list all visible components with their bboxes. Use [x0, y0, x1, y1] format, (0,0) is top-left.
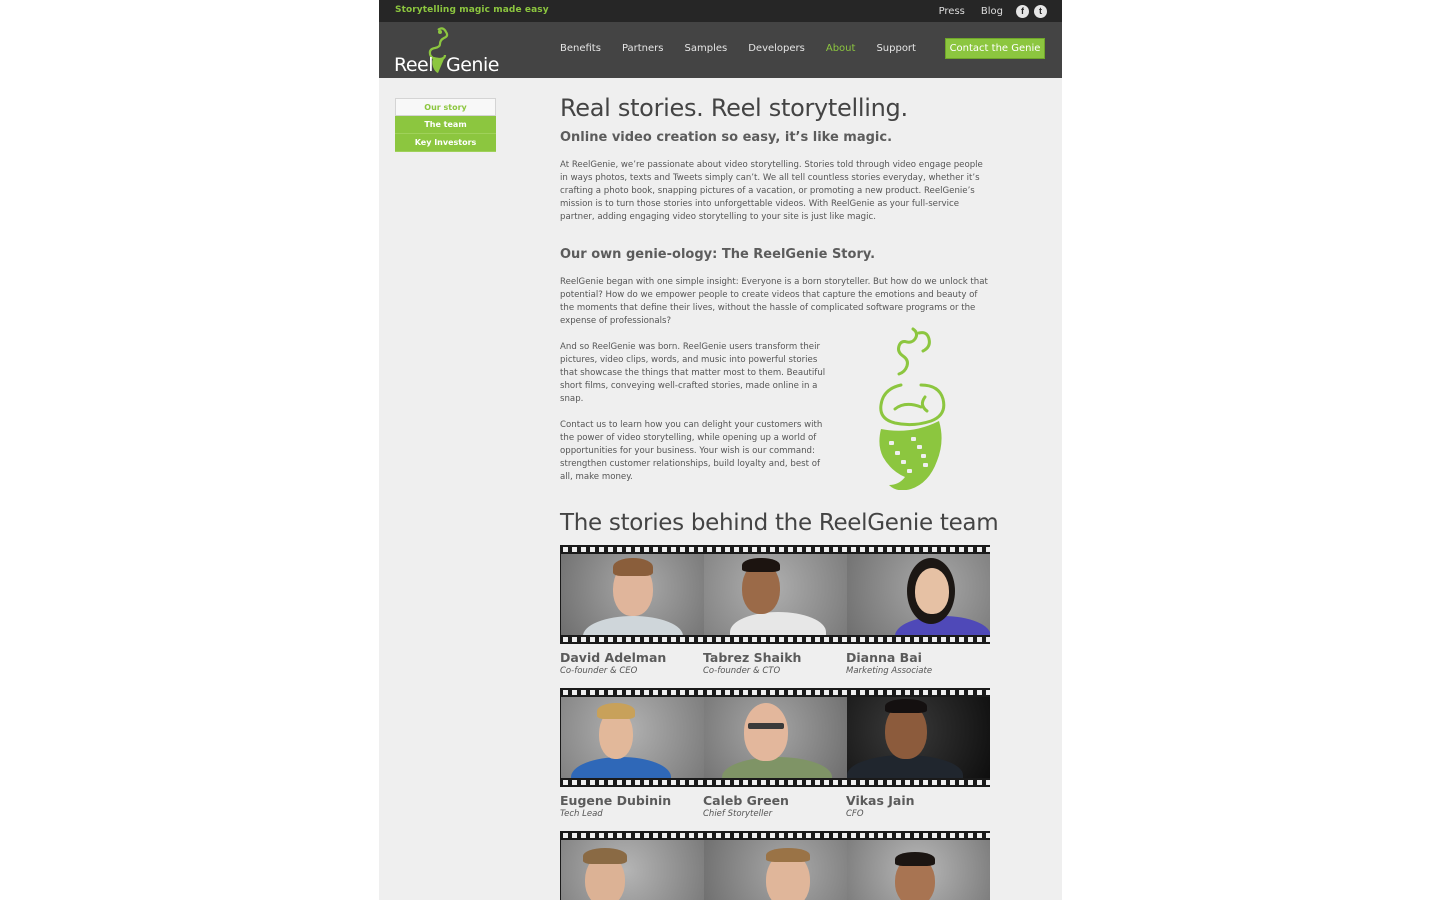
nav-partners[interactable]: Partners	[622, 43, 664, 54]
team-filmstrip-row-3	[560, 831, 990, 900]
intro-paragraph: At ReelGenie, we’re passionate about vid…	[560, 160, 983, 222]
top-links: Press Blog f t	[939, 3, 1047, 19]
reelgenie-logo[interactable]: Reel Genie	[394, 26, 504, 76]
film-perforations	[560, 545, 990, 554]
logo-reel: Reel	[394, 54, 434, 76]
member-name: David Adelman	[560, 650, 667, 665]
member-name: Caleb Green	[703, 793, 789, 808]
subnav-the-team[interactable]: The team	[395, 116, 496, 134]
team-heading: The stories behind the ReelGenie team	[560, 510, 999, 536]
portrait-dianna-bai[interactable]	[847, 554, 990, 635]
nav-about[interactable]: About	[826, 43, 856, 54]
portrait-team-member[interactable]	[847, 840, 990, 900]
press-link[interactable]: Press	[939, 6, 965, 17]
member-role: Co-founder & CEO	[560, 666, 638, 676]
story-heading: Our own genie-ology: The ReelGenie Story…	[560, 247, 876, 262]
member-role: Tech Lead	[560, 809, 603, 819]
member-role: Marketing Associate	[846, 666, 933, 676]
twitter-icon[interactable]: t	[1034, 4, 1047, 18]
nav-support[interactable]: Support	[876, 43, 916, 54]
contact-genie-button[interactable]: Contact the Genie	[945, 38, 1045, 59]
genie-illustration	[879, 327, 946, 490]
member-name: Tabrez Shaikh	[703, 650, 802, 665]
subnav-our-story[interactable]: Our story	[395, 98, 496, 116]
film-perforations	[560, 635, 990, 644]
top-bar: Storytelling magic made easy Press Blog …	[379, 0, 1062, 22]
logo-wordmark: Reel Genie	[394, 54, 499, 76]
member-name: Eugene Dubinin	[560, 793, 672, 808]
film-perforations	[560, 831, 990, 840]
story-paragraph-2: And so ReelGenie was born. ReelGenie use…	[560, 342, 826, 404]
nav-benefits[interactable]: Benefits	[560, 43, 601, 54]
page-title: Real stories. Reel storytelling.	[560, 94, 908, 122]
member-name: Dianna Bai	[846, 650, 922, 665]
film-perforations	[560, 778, 990, 787]
portrait-team-member[interactable]	[561, 840, 704, 900]
header: Reel Genie Benefits Partners Samples Dev…	[379, 22, 1062, 78]
portrait-tabrez-shaikh[interactable]	[704, 554, 847, 635]
nav-developers[interactable]: Developers	[748, 43, 805, 54]
story-paragraph-1: ReelGenie began with one simple insight:…	[560, 277, 988, 326]
story-paragraph-3: Contact us to learn how you can delight …	[560, 420, 823, 482]
page-subtitle: Online video creation so easy, it’s like…	[560, 130, 893, 145]
member-name: Vikas Jain	[846, 793, 915, 808]
film-perforations	[560, 688, 990, 697]
logo-genie: Genie	[446, 54, 499, 76]
facebook-icon[interactable]: f	[1016, 4, 1029, 18]
nav-samples[interactable]: Samples	[685, 43, 728, 54]
team-filmstrip-row-2	[560, 688, 990, 787]
member-role: Chief Storyteller	[703, 809, 773, 819]
team-filmstrip-row-1	[560, 545, 990, 644]
portrait-vikas-jain[interactable]	[847, 697, 990, 778]
about-subnav: Our story The team Key Investors	[395, 98, 496, 152]
portrait-caleb-green[interactable]	[704, 697, 847, 778]
main-nav: Benefits Partners Samples Developers Abo…	[560, 43, 937, 54]
portrait-team-member[interactable]	[704, 840, 847, 900]
member-role: Co-founder & CTO	[703, 666, 781, 676]
tagline: Storytelling magic made easy	[395, 5, 549, 15]
portrait-eugene-dubinin[interactable]	[561, 697, 704, 778]
subnav-key-investors[interactable]: Key Investors	[395, 134, 496, 152]
page-container: Storytelling magic made easy Press Blog …	[379, 0, 1062, 900]
blog-link[interactable]: Blog	[981, 6, 1003, 17]
member-role: CFO	[846, 809, 864, 819]
portrait-david-adelman[interactable]	[561, 554, 704, 635]
